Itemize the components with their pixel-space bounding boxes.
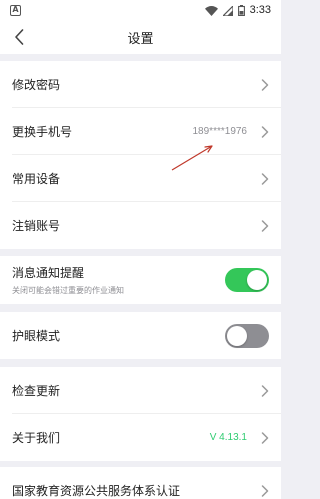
status-bar: A 3:33 (0, 0, 281, 20)
certification-group: 国家教育资源公共服务体系认证 (0, 467, 281, 499)
eye-care-group: 护眼模式 (0, 312, 281, 359)
app-info-group: 检查更新 关于我们 V 4.13.1 (0, 367, 281, 461)
row-label: 注销账号 (12, 219, 61, 233)
wifi-icon (204, 1, 218, 20)
phone-number-value: 189****1976 (192, 126, 248, 137)
eye-protection-toggle[interactable] (225, 323, 269, 348)
chevron-right-icon (261, 431, 269, 444)
back-button[interactable] (6, 24, 32, 50)
row-change-phone[interactable]: 更换手机号 189****1976 (0, 108, 281, 155)
row-sublabel: 关闭可能会错过重要的作业通知 (12, 286, 124, 295)
chevron-right-icon (261, 384, 269, 397)
chevron-right-icon (261, 219, 269, 232)
row-label: 更换手机号 (12, 125, 73, 139)
status-right: 3:33 (204, 1, 271, 20)
status-left: A (10, 4, 21, 16)
row-common-devices[interactable]: 常用设备 (0, 155, 281, 202)
row-notifications: 消息通知提醒 关闭可能会错过重要的作业通知 (0, 256, 281, 304)
row-certification[interactable]: 国家教育资源公共服务体系认证 (0, 467, 281, 499)
row-change-password[interactable]: 修改密码 (0, 61, 281, 108)
chevron-right-icon (261, 125, 269, 138)
notification-toggle[interactable] (225, 268, 269, 292)
signal-icon (221, 1, 234, 20)
toggle-knob (247, 270, 267, 290)
row-label: 国家教育资源公共服务体系认证 (12, 484, 181, 498)
page-title: 设置 (127, 31, 154, 47)
row-label: 修改密码 (12, 78, 61, 92)
row-label: 检查更新 (12, 384, 61, 398)
row-label: 常用设备 (12, 172, 61, 186)
chevron-right-icon (261, 172, 269, 185)
toggle-knob (227, 325, 247, 346)
notification-group: 消息通知提醒 关闭可能会错过重要的作业通知 (0, 256, 281, 304)
notification-label-stack: 消息通知提醒 关闭可能会错过重要的作业通知 (12, 264, 225, 296)
chevron-left-icon (15, 29, 24, 45)
battery-icon (237, 1, 245, 20)
chevron-right-icon (261, 78, 269, 91)
row-about-us[interactable]: 关于我们 V 4.13.1 (0, 414, 281, 461)
row-label: 关于我们 (12, 431, 61, 445)
nav-bar: 设置 (0, 20, 281, 54)
row-label: 护眼模式 (12, 329, 61, 343)
version-value: V 4.13.1 (209, 432, 247, 443)
row-label: 消息通知提醒 (12, 266, 85, 280)
row-check-update[interactable]: 检查更新 (0, 367, 281, 414)
row-eye-protection: 护眼模式 (0, 312, 281, 359)
chevron-right-icon (261, 484, 269, 497)
status-time: 3:33 (249, 4, 271, 16)
account-settings-group: 修改密码 更换手机号 189****1976 常用设备 注销账号 (0, 61, 281, 249)
app-notification-icon: A (10, 4, 21, 16)
row-delete-account[interactable]: 注销账号 (0, 202, 281, 249)
